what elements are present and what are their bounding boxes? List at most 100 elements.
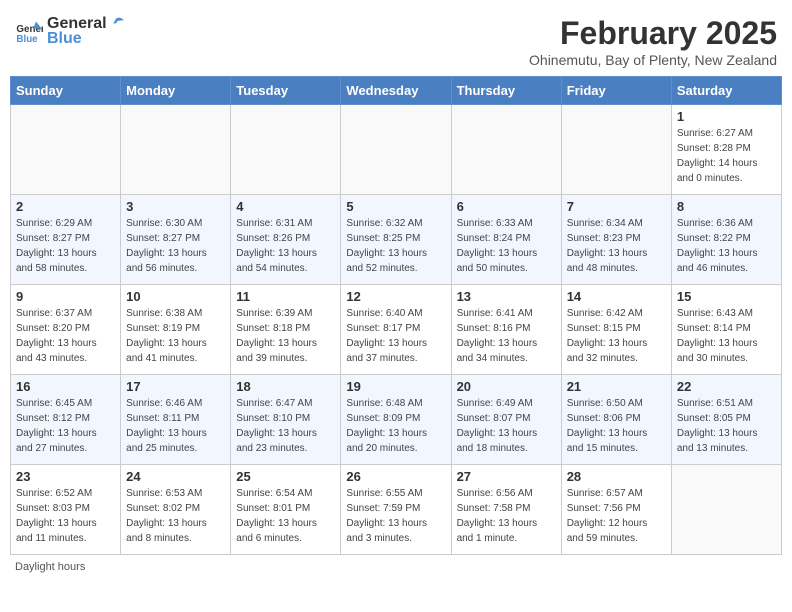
weekday-friday: Friday <box>561 77 671 105</box>
day-info: Sunrise: 6:52 AM Sunset: 8:03 PM Dayligh… <box>16 486 115 546</box>
day-info: Sunrise: 6:37 AM Sunset: 8:20 PM Dayligh… <box>16 306 115 366</box>
day-info: Sunrise: 6:46 AM Sunset: 8:11 PM Dayligh… <box>126 396 225 456</box>
day-number: 28 <box>567 469 666 484</box>
calendar-cell: 28Sunrise: 6:57 AM Sunset: 7:56 PM Dayli… <box>561 465 671 555</box>
day-info: Sunrise: 6:33 AM Sunset: 8:24 PM Dayligh… <box>457 216 556 276</box>
calendar-cell: 7 Sunrise: 6:34 AM Sunset: 8:23 PM Daylig… <box>561 195 671 285</box>
calendar-cell: 8 Sunrise: 6:36 AM Sunset: 8:22 PM Daylig… <box>671 195 781 285</box>
day-info: Sunrise: 6:54 AM Sunset: 8:01 PM Dayligh… <box>236 486 335 546</box>
day-info: Sunrise: 6:39 AM Sunset: 8:18 PM Dayligh… <box>236 306 335 366</box>
day-info: Sunrise: 6:55 AM Sunset: 7:59 PM Dayligh… <box>346 486 445 546</box>
weekday-thursday: Thursday <box>451 77 561 105</box>
calendar-cell: 23 Sunrise: 6:52 AM Sunset: 8:03 PM Dayli… <box>11 465 121 555</box>
day-number: 3 <box>126 199 225 214</box>
day-info: Sunrise: 6:31 AM Sunset: 8:26 PM Dayligh… <box>236 216 335 276</box>
calendar-cell: 22Sunrise: 6:51 AM Sunset: 8:05 PM Dayli… <box>671 375 781 465</box>
weekday-tuesday: Tuesday <box>231 77 341 105</box>
day-number: 14 <box>567 289 666 304</box>
month-title: February 2025 <box>529 15 777 52</box>
calendar-cell: 13 Sunrise: 6:41 AM Sunset: 8:16 PM Dayli… <box>451 285 561 375</box>
day-info: Sunrise: 6:40 AM Sunset: 8:17 PM Dayligh… <box>346 306 445 366</box>
day-number: 7 <box>567 199 666 214</box>
week-row-2: 2 Sunrise: 6:29 AM Sunset: 8:27 PM Daylig… <box>11 195 782 285</box>
weekday-sunday: Sunday <box>11 77 121 105</box>
day-number: 15 <box>677 289 776 304</box>
day-info: Sunrise: 6:41 AM Sunset: 8:16 PM Dayligh… <box>457 306 556 366</box>
day-info: Sunrise: 6:34 AM Sunset: 8:23 PM Dayligh… <box>567 216 666 276</box>
weekday-wednesday: Wednesday <box>341 77 451 105</box>
day-info: Sunrise: 6:43 AM Sunset: 8:14 PM Dayligh… <box>677 306 776 366</box>
logo: General Blue General Blue <box>15 15 127 48</box>
day-number: 5 <box>346 199 445 214</box>
day-info: Sunrise: 6:48 AM Sunset: 8:09 PM Dayligh… <box>346 396 445 456</box>
day-info: Sunrise: 6:36 AM Sunset: 8:22 PM Dayligh… <box>677 216 776 276</box>
day-number: 1 <box>677 109 776 124</box>
title-area: February 2025 Ohinemutu, Bay of Plenty, … <box>529 15 777 68</box>
calendar-cell <box>561 105 671 195</box>
day-number: 24 <box>126 469 225 484</box>
day-info: Sunrise: 6:38 AM Sunset: 8:19 PM Dayligh… <box>126 306 225 366</box>
weekday-monday: Monday <box>121 77 231 105</box>
footer-note: Daylight hours <box>10 561 782 573</box>
day-number: 18 <box>236 379 335 394</box>
logo-bird-icon <box>107 16 125 34</box>
day-info: Sunrise: 6:50 AM Sunset: 8:06 PM Dayligh… <box>567 396 666 456</box>
day-number: 16 <box>16 379 115 394</box>
day-number: 19 <box>346 379 445 394</box>
day-number: 13 <box>457 289 556 304</box>
day-number: 11 <box>236 289 335 304</box>
weekday-saturday: Saturday <box>671 77 781 105</box>
calendar-cell: 26 Sunrise: 6:55 AM Sunset: 7:59 PM Dayli… <box>341 465 451 555</box>
svg-text:Blue: Blue <box>16 33 38 44</box>
day-info: Sunrise: 6:45 AM Sunset: 8:12 PM Dayligh… <box>16 396 115 456</box>
week-row-1: 1Sunrise: 6:27 AM Sunset: 8:28 PM Daylig… <box>11 105 782 195</box>
calendar-cell <box>11 105 121 195</box>
calendar-cell: 21 Sunrise: 6:50 AM Sunset: 8:06 PM Dayli… <box>561 375 671 465</box>
day-number: 4 <box>236 199 335 214</box>
day-number: 9 <box>16 289 115 304</box>
calendar-cell: 25 Sunrise: 6:54 AM Sunset: 8:01 PM Dayli… <box>231 465 341 555</box>
calendar-cell: 12 Sunrise: 6:40 AM Sunset: 8:17 PM Dayli… <box>341 285 451 375</box>
calendar-cell: 2 Sunrise: 6:29 AM Sunset: 8:27 PM Daylig… <box>11 195 121 285</box>
calendar-cell <box>671 465 781 555</box>
day-number: 23 <box>16 469 115 484</box>
calendar: SundayMondayTuesdayWednesdayThursdayFrid… <box>10 76 782 555</box>
calendar-cell: 14 Sunrise: 6:42 AM Sunset: 8:15 PM Dayli… <box>561 285 671 375</box>
calendar-cell: 15 Sunrise: 6:43 AM Sunset: 8:14 PM Dayli… <box>671 285 781 375</box>
day-number: 8 <box>677 199 776 214</box>
calendar-cell: 10 Sunrise: 6:38 AM Sunset: 8:19 PM Dayli… <box>121 285 231 375</box>
day-info: Sunrise: 6:29 AM Sunset: 8:27 PM Dayligh… <box>16 216 115 276</box>
day-number: 2 <box>16 199 115 214</box>
calendar-cell: 1Sunrise: 6:27 AM Sunset: 8:28 PM Daylig… <box>671 105 781 195</box>
day-number: 12 <box>346 289 445 304</box>
calendar-cell: 18 Sunrise: 6:47 AM Sunset: 8:10 PM Dayli… <box>231 375 341 465</box>
calendar-cell: 3 Sunrise: 6:30 AM Sunset: 8:27 PM Daylig… <box>121 195 231 285</box>
day-info: Sunrise: 6:47 AM Sunset: 8:10 PM Dayligh… <box>236 396 335 456</box>
day-info: Sunrise: 6:30 AM Sunset: 8:27 PM Dayligh… <box>126 216 225 276</box>
day-info: Sunrise: 6:53 AM Sunset: 8:02 PM Dayligh… <box>126 486 225 546</box>
calendar-cell: 19 Sunrise: 6:48 AM Sunset: 8:09 PM Dayli… <box>341 375 451 465</box>
week-row-3: 9 Sunrise: 6:37 AM Sunset: 8:20 PM Daylig… <box>11 285 782 375</box>
calendar-cell: 11 Sunrise: 6:39 AM Sunset: 8:18 PM Dayli… <box>231 285 341 375</box>
day-number: 26 <box>346 469 445 484</box>
logo-icon: General Blue <box>15 18 43 46</box>
day-info: Sunrise: 6:51 AM Sunset: 8:05 PM Dayligh… <box>677 396 776 456</box>
calendar-cell <box>231 105 341 195</box>
day-number: 25 <box>236 469 335 484</box>
day-info: Sunrise: 6:56 AM Sunset: 7:58 PM Dayligh… <box>457 486 556 546</box>
day-info: Sunrise: 6:42 AM Sunset: 8:15 PM Dayligh… <box>567 306 666 366</box>
day-number: 10 <box>126 289 225 304</box>
calendar-cell: 6Sunrise: 6:33 AM Sunset: 8:24 PM Daylig… <box>451 195 561 285</box>
location-subtitle: Ohinemutu, Bay of Plenty, New Zealand <box>529 52 777 68</box>
day-info: Sunrise: 6:32 AM Sunset: 8:25 PM Dayligh… <box>346 216 445 276</box>
calendar-cell: 16 Sunrise: 6:45 AM Sunset: 8:12 PM Dayli… <box>11 375 121 465</box>
calendar-cell <box>451 105 561 195</box>
day-number: 27 <box>457 469 556 484</box>
day-number: 21 <box>567 379 666 394</box>
week-row-4: 16 Sunrise: 6:45 AM Sunset: 8:12 PM Dayli… <box>11 375 782 465</box>
day-number: 20 <box>457 379 556 394</box>
calendar-cell: 27 Sunrise: 6:56 AM Sunset: 7:58 PM Dayli… <box>451 465 561 555</box>
calendar-cell: 5 Sunrise: 6:32 AM Sunset: 8:25 PM Daylig… <box>341 195 451 285</box>
weekday-header-row: SundayMondayTuesdayWednesdayThursdayFrid… <box>11 77 782 105</box>
calendar-cell: 24 Sunrise: 6:53 AM Sunset: 8:02 PM Dayli… <box>121 465 231 555</box>
